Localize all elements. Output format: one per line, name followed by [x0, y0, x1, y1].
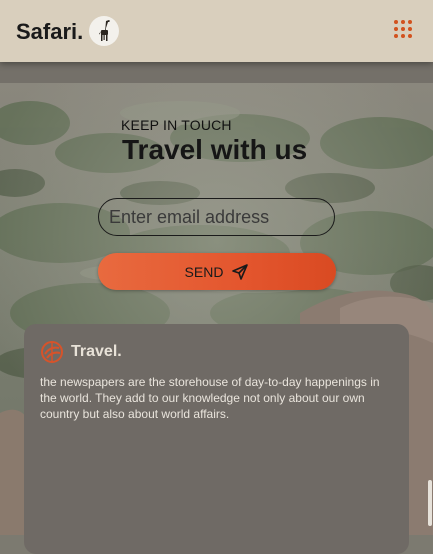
footer-brand[interactable]: Travel.	[71, 343, 122, 361]
newsletter-kicker: KEEP IN TOUCH	[121, 117, 232, 133]
top-nav-bar: Safari.	[0, 0, 433, 62]
send-label: SEND	[184, 263, 224, 280]
footer-card: Travel. the newspapers are the storehous…	[24, 324, 409, 554]
travel-logo-icon	[41, 341, 63, 363]
send-button[interactable]: SEND	[98, 253, 336, 290]
footer-description: the newspapers are the storehouse of day…	[40, 375, 380, 421]
header-shadow-band	[0, 62, 433, 83]
paper-plane-icon	[232, 263, 249, 280]
giraffe-icon	[89, 16, 119, 46]
email-input[interactable]	[98, 198, 335, 236]
newsletter-heading: Travel with us	[122, 134, 308, 165]
scrollbar-thumb[interactable]	[428, 480, 432, 526]
grid-menu-icon[interactable]	[394, 20, 416, 42]
brand-name[interactable]: Safari.	[16, 19, 83, 45]
